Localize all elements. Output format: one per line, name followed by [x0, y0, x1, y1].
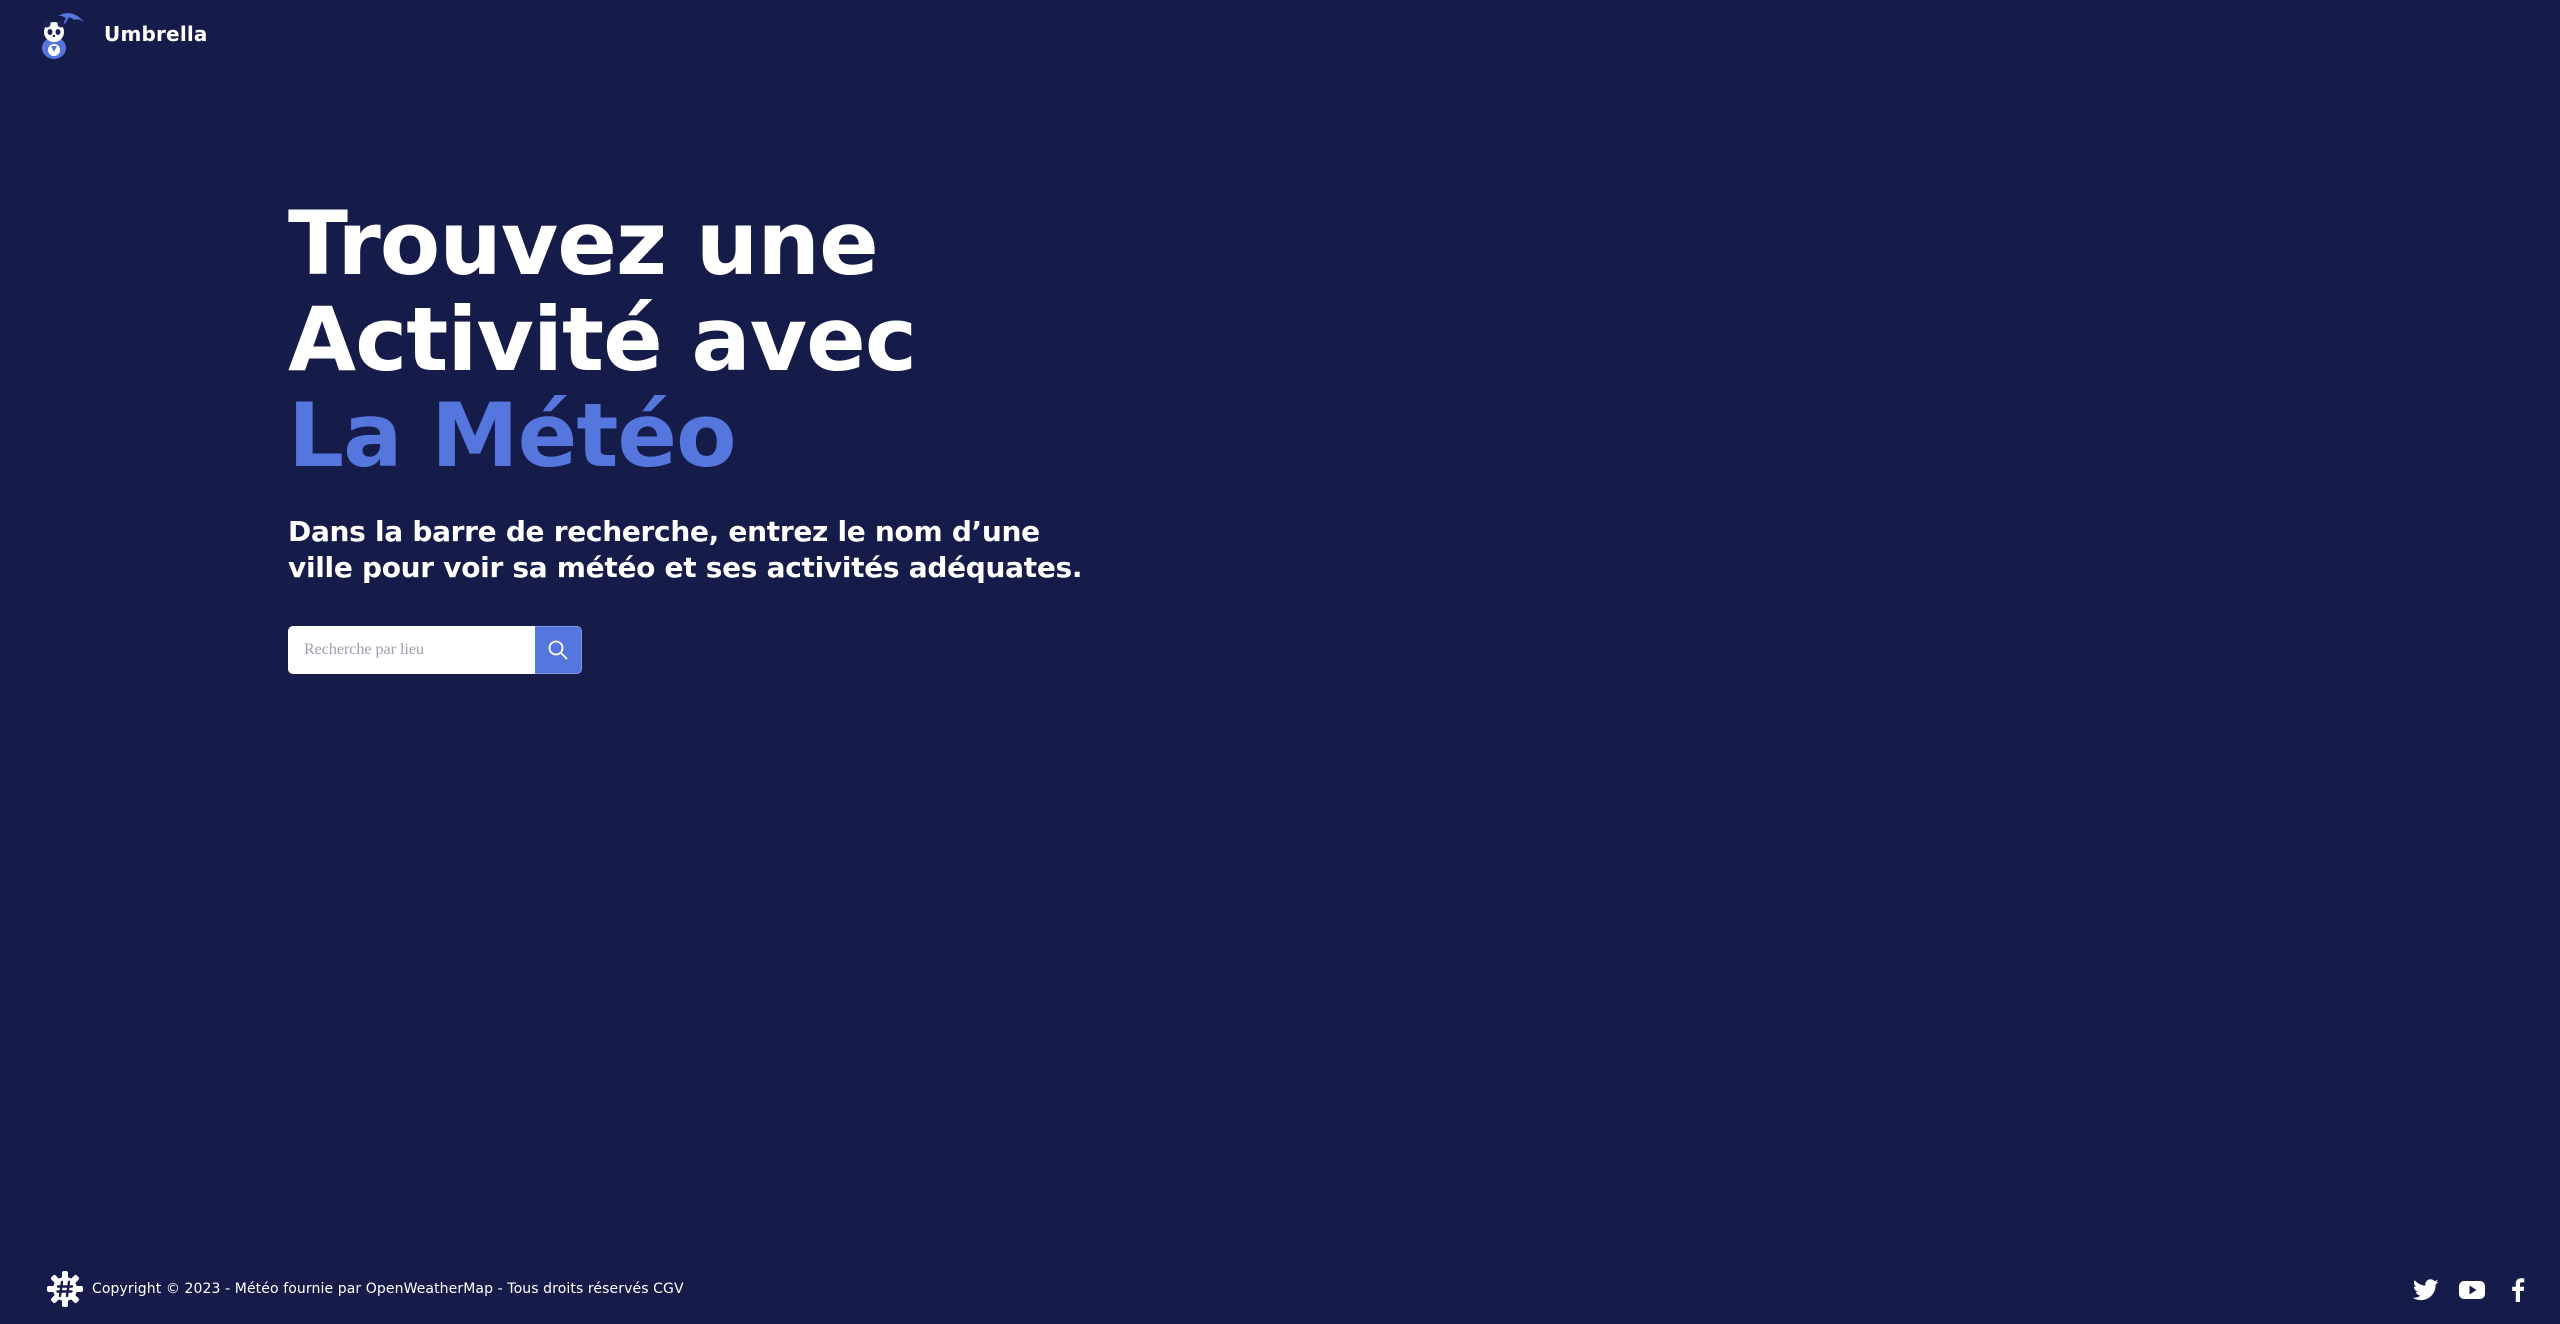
- twitter-link[interactable]: [2412, 1276, 2440, 1304]
- header: Umbrella: [38, 8, 208, 60]
- footer: Copyright © 2023 - Météo fournie par Ope…: [46, 1268, 684, 1310]
- hero-title-accent: La Météo: [288, 384, 737, 487]
- twitter-icon: [2413, 1279, 2439, 1301]
- copyright-text: Copyright © 2023 - Météo fournie par Ope…: [92, 1281, 684, 1297]
- brand-name[interactable]: Umbrella: [104, 22, 208, 46]
- facebook-icon: [2512, 1278, 2525, 1302]
- search-input[interactable]: [288, 626, 535, 674]
- page: Umbrella Trouvez une Activité avec La Mé…: [0, 0, 2560, 1324]
- hero-section: Trouvez une Activité avec La Météo Dans …: [288, 196, 1188, 674]
- search-button[interactable]: [535, 626, 582, 674]
- umbrella-panda-logo-icon[interactable]: [38, 8, 88, 60]
- hero-subtitle: Dans la barre de recherche, entrez le no…: [288, 515, 1083, 584]
- facebook-link[interactable]: [2504, 1276, 2532, 1304]
- hero-title-line-2: Activité avec: [288, 288, 917, 391]
- hero-title-line-1: Trouvez une: [288, 192, 879, 295]
- search-bar: [288, 626, 1188, 674]
- social-links: [2412, 1274, 2532, 1306]
- gear-hash-logo-icon: [47, 1271, 83, 1307]
- youtube-link[interactable]: [2458, 1276, 2486, 1304]
- search-icon: [548, 640, 568, 660]
- youtube-icon: [2459, 1281, 2485, 1299]
- hero-title: Trouvez une Activité avec La Météo: [288, 196, 1188, 484]
